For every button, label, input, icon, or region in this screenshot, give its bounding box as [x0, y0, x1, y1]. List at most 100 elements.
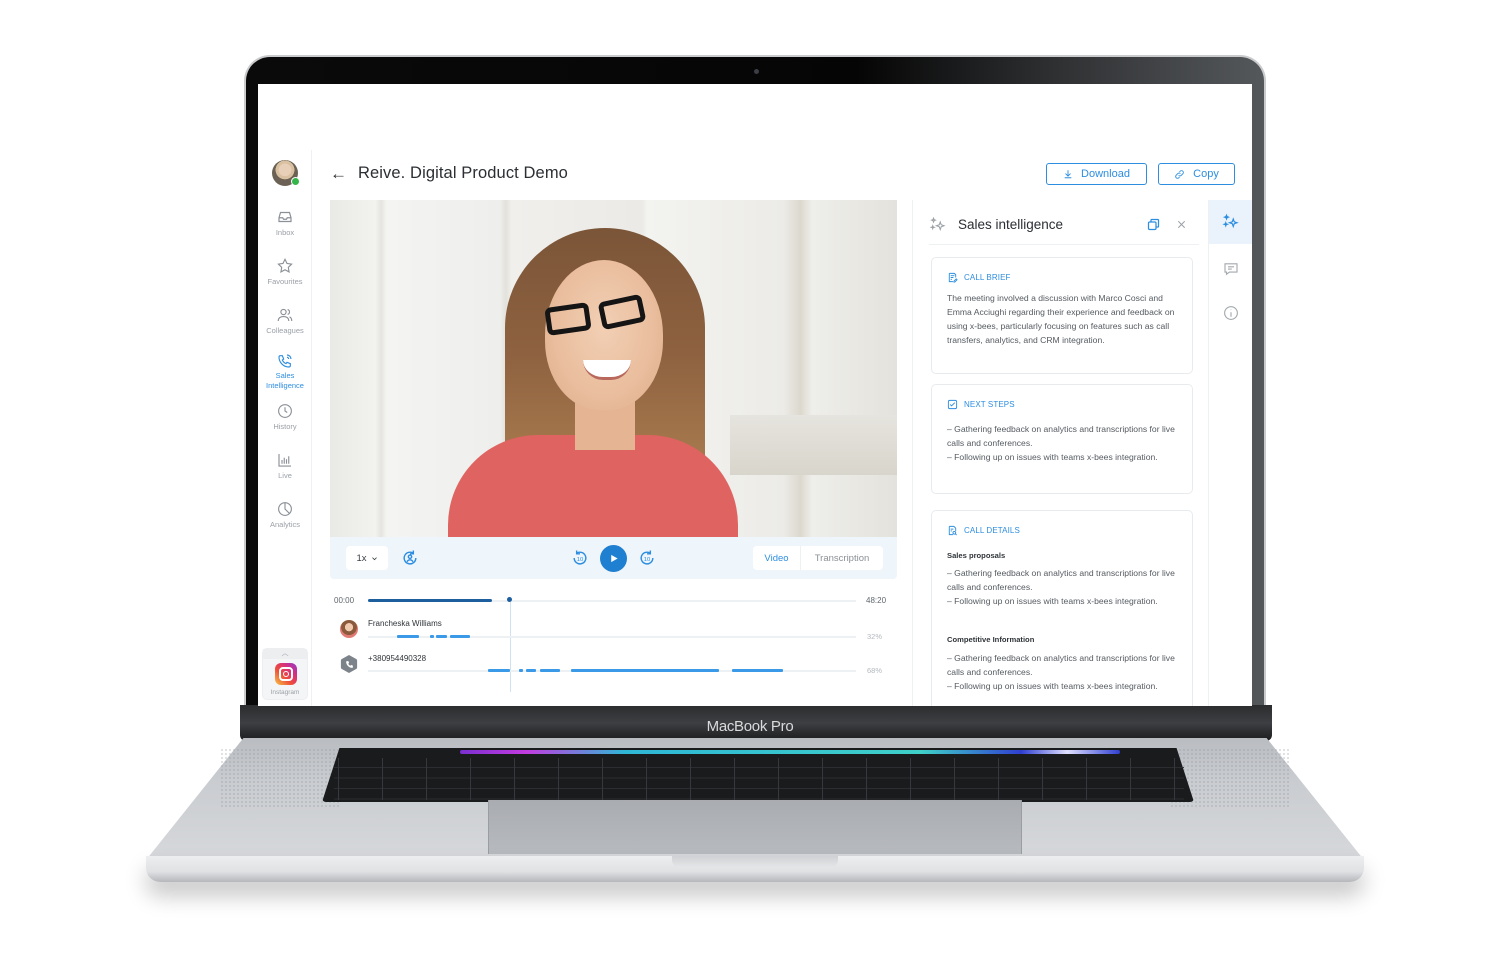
- jump-to-speaker-icon[interactable]: [400, 548, 420, 568]
- video-background-detail: [730, 415, 897, 475]
- link-icon: [1175, 169, 1184, 179]
- view-toggle: Video Transcription: [753, 546, 883, 570]
- sidebar: Inbox Favourites Colleagues Sales Intell…: [258, 150, 312, 706]
- copy-label: Copy: [1193, 168, 1219, 180]
- close-icon[interactable]: [1176, 219, 1187, 230]
- inbox-icon: [278, 211, 292, 223]
- copy-icon[interactable]: [1146, 217, 1161, 232]
- chevron-down-icon: [371, 556, 377, 560]
- svg-text:10: 10: [644, 557, 651, 563]
- speaker-name: +380954490328: [368, 654, 427, 663]
- trackpad: [488, 800, 1022, 854]
- instagram-integration[interactable]: ︿ Instagram: [262, 648, 308, 700]
- panel-title: Sales intelligence: [958, 217, 1064, 232]
- sparkles-icon: [1222, 213, 1239, 229]
- video-frame[interactable]: [330, 200, 897, 537]
- section-line: – Following up on issues with teams x-be…: [947, 681, 1158, 691]
- webcam: [754, 69, 759, 74]
- speaker-share: 32%: [867, 632, 883, 641]
- sidebar-item-live[interactable]: Live: [258, 451, 312, 481]
- player-controls: 1x 10 10 Video Transcription: [330, 537, 897, 579]
- bar-chart-icon: [278, 454, 291, 467]
- speaker-segment[interactable]: [429, 635, 434, 638]
- keyboard-keys: [334, 758, 1184, 800]
- sidebar-item-favourites[interactable]: Favourites: [258, 257, 312, 287]
- sidebar-item-label: Inbox: [275, 228, 295, 237]
- download-icon: [1064, 170, 1072, 179]
- section-heading: Competitive Information: [947, 635, 1035, 644]
- speaker-share: 68%: [867, 666, 883, 675]
- playback-speed-value: 1x: [356, 552, 367, 564]
- comment-icon[interactable]: [1222, 260, 1240, 278]
- checklist-icon: [947, 399, 958, 410]
- call-details-card: CALL DETAILS Sales proposals – Gathering…: [931, 510, 1193, 706]
- sidebar-item-label: Colleagues: [266, 326, 304, 335]
- card-title: CALL BRIEF: [964, 273, 1011, 282]
- right-rail: [1208, 200, 1252, 706]
- sidebar-item-inbox[interactable]: Inbox: [258, 208, 312, 238]
- speaker-segment[interactable]: [519, 669, 524, 672]
- speaker-segment[interactable]: [570, 669, 720, 672]
- speaker-segment[interactable]: [436, 635, 448, 638]
- lid-notch: [672, 856, 838, 868]
- speaker-segment[interactable]: [397, 635, 420, 638]
- sidebar-item-label: Analytics: [269, 520, 300, 529]
- section-heading: Sales proposals: [947, 551, 1006, 560]
- speaker-segment[interactable]: [539, 669, 560, 672]
- time-end: 48:20: [866, 596, 887, 605]
- info-icon[interactable]: [1222, 304, 1240, 322]
- sidebar-item-colleagues[interactable]: Colleagues: [258, 306, 312, 336]
- speaker-avatar: [340, 620, 358, 638]
- call-brief-text: The meeting involved a discussion with M…: [947, 293, 1175, 345]
- back-arrow-icon[interactable]: ←: [330, 164, 347, 184]
- section-line: – Gathering feedback on analytics and tr…: [947, 653, 1175, 677]
- card-title: CALL DETAILS: [964, 526, 1020, 535]
- sparkles-icon: [929, 216, 946, 232]
- sidebar-item-analytics[interactable]: Analytics: [258, 500, 312, 530]
- clock-icon: [278, 404, 292, 418]
- copy-link-button[interactable]: Copy: [1158, 163, 1235, 185]
- page-title: Reive. Digital Product Demo: [358, 164, 568, 182]
- tab-video[interactable]: Video: [753, 546, 801, 570]
- next-steps-card: NEXT STEPS – Gathering feedback on analy…: [931, 384, 1193, 494]
- playhead-guide: [509, 602, 511, 692]
- phone-waves-icon: [278, 354, 292, 368]
- play-button[interactable]: [600, 545, 627, 572]
- sidebar-item-label: Favourites: [267, 277, 303, 286]
- download-button[interactable]: Download: [1046, 163, 1147, 185]
- svg-text:10: 10: [577, 557, 584, 563]
- speaker-segment[interactable]: [449, 635, 471, 638]
- section-line: – Gathering feedback on analytics and tr…: [947, 568, 1175, 592]
- speaker-grille-left: [220, 748, 340, 808]
- speaker-segment[interactable]: [487, 669, 510, 672]
- phone-icon: [345, 660, 353, 668]
- rail-item-sales-intelligence[interactable]: [1209, 200, 1252, 244]
- app-screen: Inbox Favourites Colleagues Sales Intell…: [258, 84, 1252, 706]
- laptop-brand-label: MacBook Pro: [706, 718, 794, 735]
- sidebar-item-sales-intelligence[interactable]: Sales Intelligence: [258, 353, 312, 391]
- sidebar-item-label: Sales Intelligence: [266, 371, 304, 390]
- rewind-10-icon[interactable]: 10: [570, 548, 590, 568]
- next-steps-line: – Following up on issues with teams x-be…: [947, 452, 1158, 462]
- speaker-segment[interactable]: [526, 669, 537, 672]
- playhead-handle[interactable]: [507, 597, 513, 602]
- speaker-segment[interactable]: [731, 669, 783, 672]
- chevron-up-icon[interactable]: ︿: [263, 649, 307, 659]
- progress-fill: [368, 599, 492, 602]
- tab-transcription[interactable]: Transcription: [801, 546, 883, 570]
- document-edit-icon: [948, 272, 958, 283]
- video-subject-face: [545, 260, 663, 410]
- playback-speed-select[interactable]: 1x: [346, 546, 388, 570]
- time-start: 00:00: [334, 596, 355, 605]
- star-icon: [277, 257, 293, 273]
- users-icon: [277, 308, 293, 322]
- integration-label: Instagram: [270, 689, 300, 696]
- next-steps-line: – Gathering feedback on analytics and tr…: [947, 424, 1175, 448]
- sidebar-item-label: Live: [278, 471, 292, 480]
- sales-intelligence-panel: Sales intelligence CALL BRIEF The meetin…: [912, 200, 1208, 706]
- sidebar-item-label: History: [273, 422, 297, 431]
- download-label: Download: [1081, 168, 1130, 180]
- sidebar-item-history[interactable]: History: [258, 402, 312, 432]
- forward-10-icon[interactable]: 10: [637, 548, 657, 568]
- touch-bar: [460, 750, 1120, 754]
